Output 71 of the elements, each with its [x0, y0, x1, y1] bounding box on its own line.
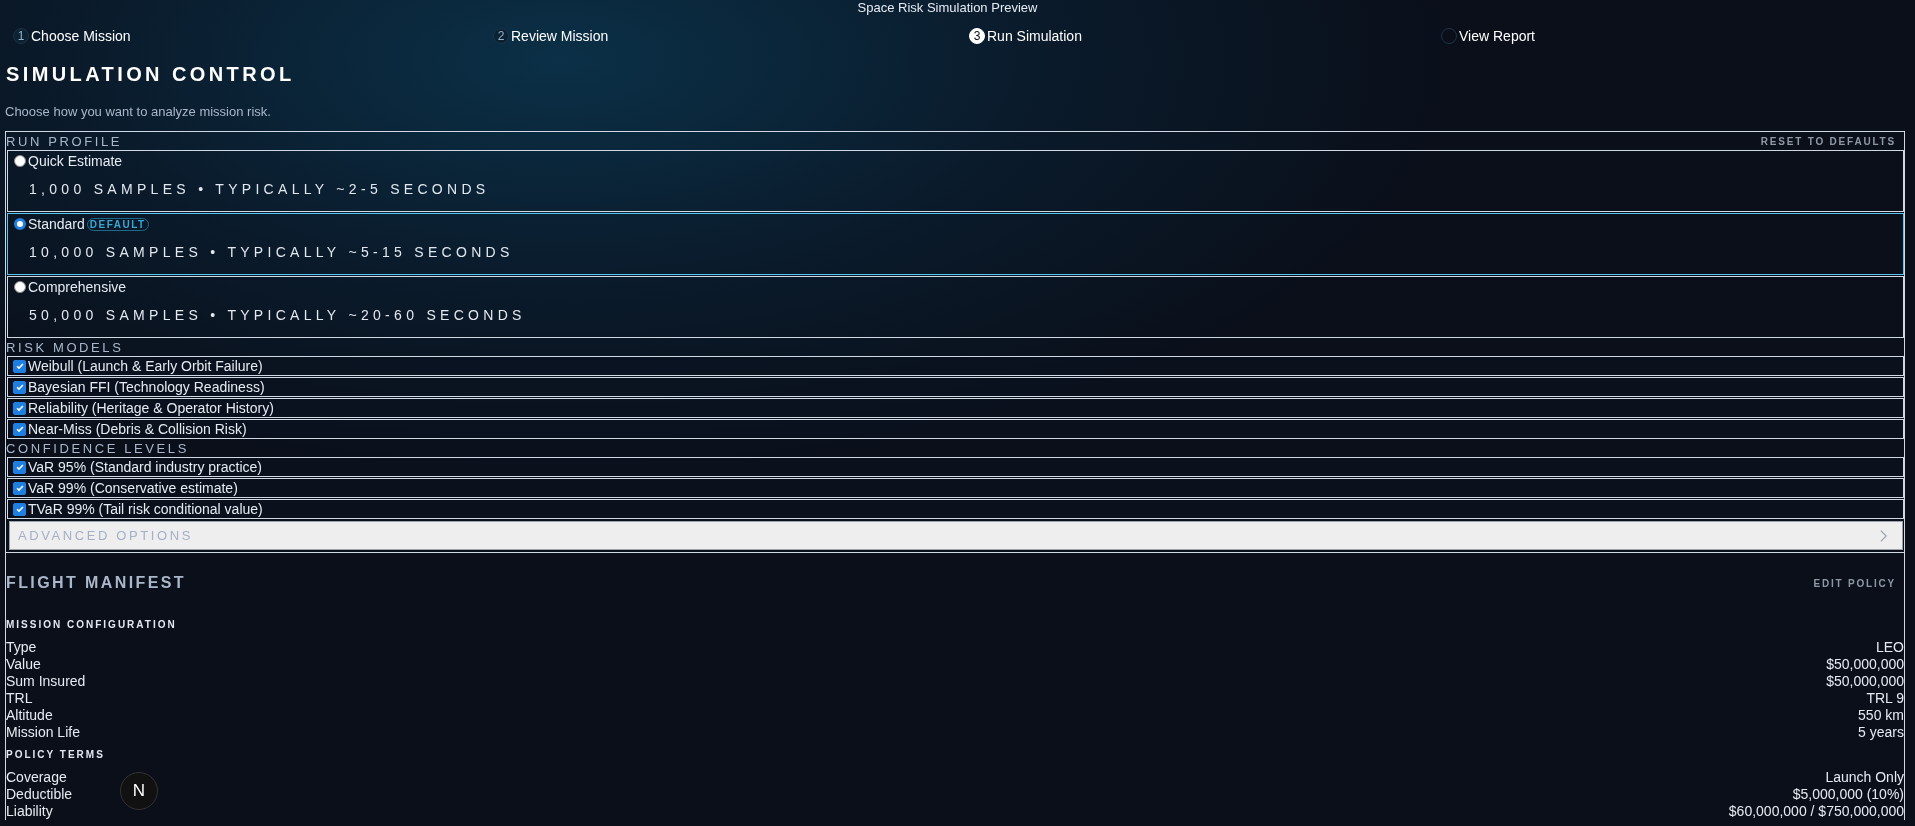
section-heading: CONFIDENCE LEVELS: [6, 440, 190, 457]
option-detail: 1,000 SAMPLES • TYPICALLY ~2-5 SECONDS: [28, 180, 491, 197]
radio-button[interactable]: [14, 281, 26, 293]
page-subtitle: Choose how you want to analyze mission risk.: [5, 104, 272, 120]
step-label[interactable]: View Report: [1459, 28, 1535, 44]
field-label: Mission Life: [6, 724, 80, 741]
step-label[interactable]: Review Mission: [511, 28, 609, 44]
checkbox-row[interactable]: Reliability (Heritage & Operator History): [7, 398, 1904, 418]
field-label: Coverage: [6, 769, 67, 786]
checkbox-label: Reliability (Heritage & Operator History): [28, 400, 274, 416]
checkbox-label: VaR 99% (Conservative estimate): [28, 480, 238, 496]
checkbox-row[interactable]: Bayesian FFI (Technology Readiness): [7, 377, 1904, 397]
section-heading: MISSION CONFIGURATION: [6, 619, 178, 631]
field-value: $50,000,000: [1826, 656, 1904, 673]
field-label: Sum Insured: [6, 673, 86, 690]
field-value: Launch Only: [1825, 769, 1904, 786]
page-title: SIMULATION CONTROL: [6, 62, 296, 86]
field-value: TRL 9: [1866, 690, 1904, 707]
step-indicator: 2: [493, 28, 509, 44]
checkbox[interactable]: [13, 502, 26, 516]
checkbox[interactable]: [13, 359, 26, 373]
checkbox[interactable]: [13, 422, 26, 436]
checkbox[interactable]: [13, 481, 26, 495]
checkbox-label: Bayesian FFI (Technology Readiness): [28, 379, 265, 395]
checkbox-label: Near-Miss (Debris & Collision Risk): [28, 421, 247, 437]
field-label: Deductible: [6, 786, 73, 803]
reset-link[interactable]: RESET TO DEFAULTS: [1760, 135, 1904, 147]
field-value: LEO: [1876, 639, 1904, 656]
step-label[interactable]: Choose Mission: [31, 28, 131, 44]
manifest-title: FLIGHT MANIFEST: [6, 573, 186, 593]
option-label: Standard: [28, 216, 85, 232]
checkbox-row[interactable]: VaR 99% (Conservative estimate): [7, 478, 1904, 498]
checkbox[interactable]: [13, 460, 26, 474]
profile-option[interactable]: Quick Estimate 1,000 SAMPLES • TYPICALLY ~2-5 SECONDS: [7, 150, 1904, 212]
option-detail: 50,000 SAMPLES • TYPICALLY ~20-60 SECONDS: [28, 306, 527, 323]
step-label[interactable]: Run Simulation: [987, 28, 1082, 44]
chevron-icon: [1879, 528, 1888, 543]
edit-policy-link[interactable]: EDIT POLICY: [1813, 577, 1904, 589]
step-indicator: 3: [969, 28, 985, 44]
checkbox-row[interactable]: VaR 95% (Standard industry practice): [7, 457, 1904, 477]
field-value: 550 km: [1858, 707, 1904, 724]
checkbox-label: TVaR 99% (Tail risk conditional value): [28, 501, 263, 517]
section-heading: RISK MODELS: [6, 339, 125, 356]
field-value: $50,000,000: [1826, 673, 1904, 690]
checkbox-row[interactable]: TVaR 99% (Tail risk conditional value): [7, 499, 1904, 519]
field-value: $5,000,000 (10%): [1792, 786, 1904, 803]
profile-option[interactable]: Comprehensive 50,000 SAMPLES • TYPICALLY ~20-60 SECONDS: [7, 276, 1904, 338]
field-label: Liability: [6, 803, 53, 820]
checkbox[interactable]: [13, 401, 26, 415]
profile-option[interactable]: Standard DEFAULT 10,000 SAMPLES • TYPICALLY ~5-15 SECONDS: [7, 213, 1904, 275]
dev-tools-badge[interactable]: N: [120, 772, 158, 810]
option-label: Comprehensive: [28, 279, 127, 295]
radio-button[interactable]: [14, 218, 26, 230]
step-indicator: 1: [13, 28, 29, 44]
option-label: Quick Estimate: [28, 153, 123, 169]
checkbox-label: Weibull (Launch & Early Orbit Failure): [28, 358, 263, 374]
radio-button[interactable]: [14, 155, 26, 167]
section-heading: POLICY TERMS: [6, 749, 106, 761]
field-label: TRL: [6, 690, 33, 707]
field-value: 5 years: [1858, 724, 1904, 741]
checkbox-row[interactable]: Near-Miss (Debris & Collision Risk): [7, 419, 1904, 439]
option-detail: 10,000 SAMPLES • TYPICALLY ~5-15 SECONDS: [28, 243, 515, 260]
checkbox-label: VaR 95% (Standard industry practice): [28, 459, 262, 475]
checkbox-row[interactable]: Weibull (Launch & Early Orbit Failure): [7, 356, 1904, 376]
field-label: Altitude: [6, 707, 53, 724]
app-title: Space Risk Simulation Preview: [856, 0, 1039, 15]
checkbox[interactable]: [13, 380, 26, 394]
section-heading: RUN PROFILE: [6, 132, 122, 150]
field-value: $60,000,000 / $750,000,000: [1728, 803, 1904, 820]
field-label: Type: [6, 639, 37, 656]
field-label: Value: [6, 656, 41, 673]
